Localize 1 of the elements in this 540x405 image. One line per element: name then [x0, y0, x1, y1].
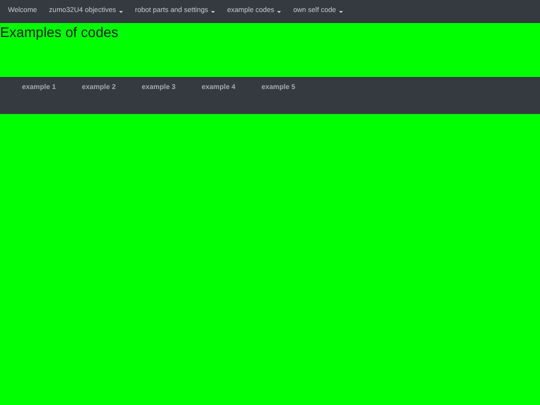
page-heading: Examples of codes	[0, 23, 120, 41]
